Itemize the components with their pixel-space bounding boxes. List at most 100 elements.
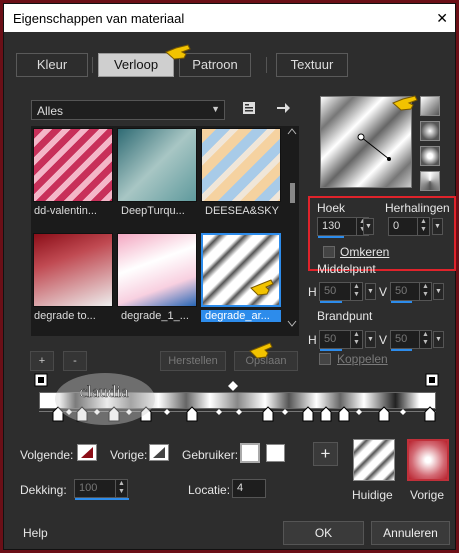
chevron-down-icon[interactable]: ▼ [365, 331, 376, 348]
koppelen-checkbox[interactable] [319, 353, 331, 365]
brandpunt-v-level-bar [391, 349, 412, 351]
locatie-label: Locatie: [188, 483, 231, 497]
gradient-thumb-degrade-to[interactable] [33, 233, 113, 307]
radial-style-button[interactable] [420, 146, 440, 166]
brandpunt-h-spinner[interactable]: 50 ▲ ▼ [319, 330, 363, 351]
watermark-text: claudia [79, 382, 129, 401]
vorige-label: Vorige: [110, 448, 148, 462]
arrow-right-icon[interactable] [275, 100, 291, 116]
material-properties-dialog: Eigenschappen van materiaal ✕ Kleur Verl… [3, 3, 456, 550]
spinner-arrows-icon[interactable]: ▲▼ [419, 331, 431, 348]
huidige-swatch[interactable] [353, 439, 395, 481]
linear-style-button[interactable] [420, 96, 440, 116]
pointing-hand-icon [392, 95, 418, 111]
gradient-label: dd-valentin... [34, 205, 97, 217]
omkeren-label: Omkeren [340, 245, 390, 259]
tab-separator [266, 57, 267, 73]
chevron-down-icon[interactable]: ▼ [433, 331, 444, 348]
watermark-logo: claudia [55, 373, 155, 425]
window-title: Eigenschappen van materiaal [13, 11, 185, 26]
dekking-label: Dekking: [20, 483, 67, 497]
vorige-material-label: Vorige [410, 488, 445, 502]
spinner-arrows-icon[interactable]: ▲▼ [115, 480, 127, 497]
hoek-spinner[interactable]: 130 ▲▼ [317, 217, 369, 238]
brandpunt-h-level-bar [320, 349, 342, 351]
locatie-field[interactable]: 4 [232, 479, 266, 498]
spinner-arrows-icon[interactable]: ▲▼ [417, 218, 429, 235]
spinner-arrows-icon[interactable]: ▲▼ [350, 331, 362, 348]
chevron-down-icon[interactable]: ▼ [433, 283, 444, 300]
middelpunt-label: Middelpunt [317, 262, 376, 276]
vorige-swatch[interactable] [149, 444, 169, 461]
hoek-level-bar [318, 236, 344, 238]
brandpunt-h-label: H [308, 333, 317, 347]
gallery-scrollbar[interactable] [287, 128, 297, 328]
dekking-level-bar [75, 498, 129, 500]
middelpunt-h-label: H [308, 285, 317, 299]
brandpunt-v-label: V [379, 333, 388, 347]
gebruiker-label: Gebruiker: [182, 448, 239, 462]
gebruiker-swatch[interactable] [266, 444, 285, 462]
hoek-value: 130 [322, 220, 341, 232]
pointing-hand-icon [165, 44, 191, 60]
category-dropdown[interactable]: Alles ▼ [31, 100, 225, 120]
brandpunt-v-value: 50 [395, 333, 408, 345]
herhalingen-spinner[interactable]: 0 ▲ ▼ [388, 217, 430, 236]
herhalingen-value: 0 [393, 220, 400, 232]
close-button[interactable]: ✕ [436, 10, 448, 26]
library-view-icon[interactable] [241, 100, 257, 116]
middelpunt-v-value: 50 [395, 285, 408, 297]
category-value: Alles [37, 104, 64, 118]
gradient-label-selected: degrade_ar... [201, 310, 281, 322]
tab-textuur[interactable]: Textuur [276, 53, 348, 77]
middelpunt-v-label: V [379, 285, 388, 299]
gradient-label: DEESEA&SKY [205, 205, 279, 217]
volgende-swatch[interactable] [77, 444, 97, 461]
gebruiker-swatch-selected[interactable] [240, 443, 260, 463]
add-gradient-button[interactable]: + [30, 351, 54, 371]
middelpunt-h-value: 50 [324, 285, 337, 297]
huidige-label: Huidige [352, 488, 393, 502]
tab-kleur[interactable]: Kleur [16, 53, 88, 77]
volgende-label: Volgende: [20, 448, 74, 462]
chevron-down-icon: ▼ [211, 104, 220, 114]
herhalingen-label: Herhalingen [385, 201, 450, 215]
gradient-thumb-deepturqu[interactable] [117, 128, 197, 202]
spinner-arrows-icon[interactable]: ▲▼ [419, 283, 431, 300]
remove-gradient-button[interactable]: - [63, 351, 87, 371]
vorige-material-swatch[interactable] [407, 439, 449, 481]
gradient-thumb-dd-valentin[interactable] [33, 128, 113, 202]
dekking-spinner[interactable]: 100 ▲ ▼ [74, 479, 129, 500]
restore-button[interactable]: Herstellen [160, 351, 226, 371]
locatie-value: 4 [237, 482, 244, 494]
gradient-label: degrade_1_... [121, 310, 189, 322]
spinner-arrows-icon[interactable]: ▲▼ [350, 283, 362, 300]
tab-verloop[interactable]: Verloop [98, 53, 174, 77]
gradient-thumb-degrade-1[interactable] [117, 233, 197, 307]
gradient-thumb-deesea-sky[interactable] [201, 128, 281, 202]
sunburst-style-button[interactable] [420, 171, 440, 191]
hoek-label: Hoek [317, 201, 346, 215]
gradient-gallery: dd-valentin... DeepTurqu... DEESEA&SKY d… [31, 126, 299, 336]
koppelen-label: Koppelen [337, 352, 388, 366]
cancel-button[interactable]: Annuleren [371, 521, 450, 545]
chevron-down-icon[interactable]: ▼ [365, 283, 376, 300]
help-link[interactable]: Help [23, 526, 48, 540]
chevron-down-icon[interactable]: ▼ [432, 218, 443, 235]
chevron-down-icon[interactable]: ▼ [363, 218, 374, 235]
tab-separator [92, 57, 93, 73]
middelpunt-h-level-bar [320, 301, 342, 303]
gradient-label: DeepTurqu... [121, 205, 185, 217]
brandpunt-h-value: 50 [324, 333, 337, 345]
middelpunt-v-spinner[interactable]: 50 ▲ ▼ [390, 282, 432, 303]
dekking-value: 100 [79, 482, 98, 494]
omkeren-checkbox[interactable] [323, 246, 335, 258]
rectangular-style-button[interactable] [420, 121, 440, 141]
brandpunt-label: Brandpunt [317, 309, 373, 323]
pointing-hand-icon [249, 342, 273, 359]
ok-button[interactable]: OK [283, 521, 364, 545]
middelpunt-h-spinner[interactable]: 50 ▲ ▼ [319, 282, 363, 303]
add-to-swatches-button[interactable]: + [313, 442, 338, 466]
pointing-hand-icon [250, 279, 274, 296]
brandpunt-v-spinner[interactable]: 50 ▲ ▼ [390, 330, 432, 351]
